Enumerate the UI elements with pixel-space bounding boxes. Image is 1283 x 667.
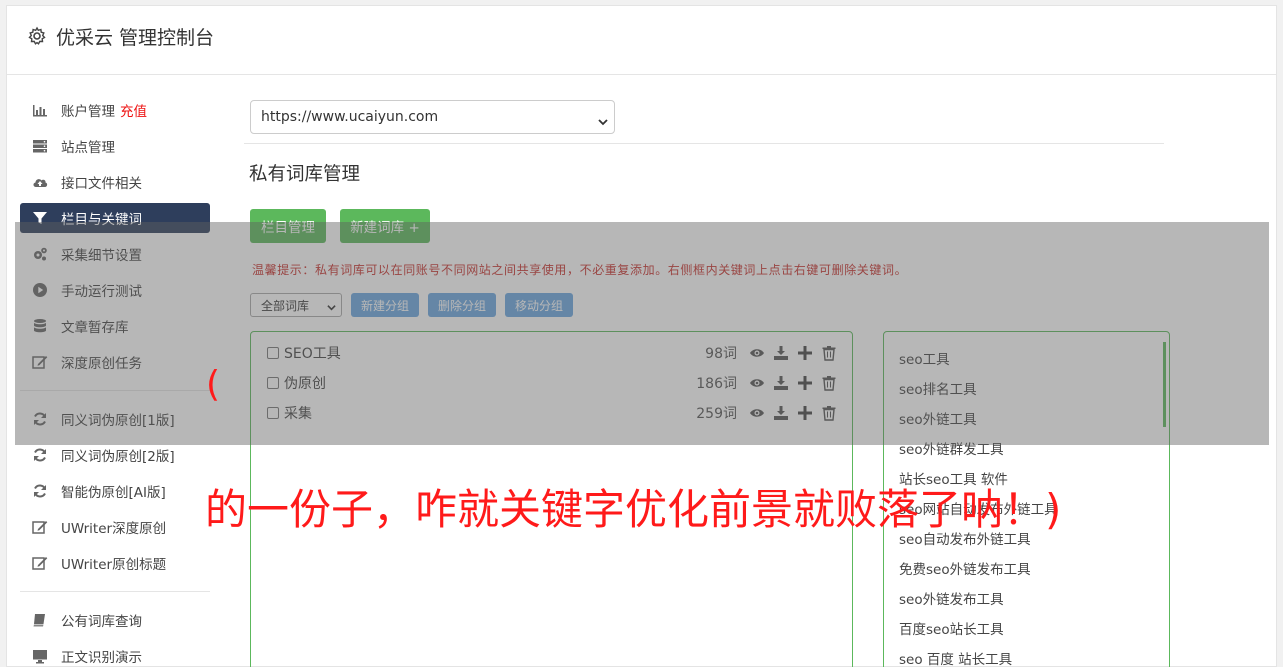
gray-overlay: [15, 222, 1269, 445]
edit-icon: [32, 555, 48, 571]
edit-icon: [32, 519, 48, 535]
sidebar-item-label: 公有词库查询: [61, 614, 142, 630]
sidebar-item-label: UWriter原创标题: [61, 557, 167, 573]
monitor-icon: [32, 648, 48, 664]
header: 优采云 管理控制台: [7, 6, 1276, 75]
bar-chart-icon: [32, 102, 48, 118]
section-divider: [244, 143, 1164, 144]
chevron-down-icon: [598, 112, 608, 126]
sidebar-item-account[interactable]: 账户管理 充值: [20, 92, 210, 128]
sidebar-item-text-recognition[interactable]: 正文识别演示: [20, 638, 210, 667]
keyword-item[interactable]: seo 百度 站长工具: [899, 648, 1012, 667]
keyword-item[interactable]: 免费seo外链发布工具: [899, 558, 1031, 578]
keyword-item[interactable]: seo外链发布工具: [899, 588, 1004, 608]
sidebar-divider: [20, 591, 210, 592]
sidebar-item-ai-rewrite[interactable]: 智能伪原创[AI版]: [20, 473, 210, 509]
section-title: 私有词库管理: [249, 164, 361, 185]
page-title: 优采云 管理控制台: [56, 27, 215, 49]
sidebar-item-label: 站点管理: [61, 140, 115, 156]
keyword-item[interactable]: 百度seo站长工具: [899, 618, 1004, 638]
sidebar-item-label: UWriter深度原创: [61, 521, 167, 537]
sidebar-item-label: 账户管理: [61, 104, 115, 120]
refresh-icon: [32, 447, 48, 463]
book-icon: [32, 612, 48, 628]
sidebar-item-label: 接口文件相关: [61, 176, 142, 192]
recharge-link[interactable]: 充值: [120, 100, 147, 120]
sidebar-item-public-library[interactable]: 公有词库查询: [20, 602, 210, 638]
site-select-value: https://www.ucaiyun.com: [261, 109, 439, 125]
sidebar-item-uwriter-title[interactable]: UWriter原创标题: [20, 545, 210, 581]
gear-icon: [27, 26, 47, 46]
overlay-caption: 的一份子，咋就关键字优化前景就败落了呐！): [205, 485, 1062, 534]
sidebar-item-sites[interactable]: 站点管理: [20, 128, 210, 164]
sidebar-item-label: 同义词伪原创[2版]: [61, 449, 175, 465]
sidebar-item-label: 正文识别演示: [61, 650, 142, 666]
refresh-icon: [32, 483, 48, 499]
site-select[interactable]: https://www.ucaiyun.com: [250, 100, 615, 134]
sidebar-item-label: 智能伪原创[AI版]: [61, 485, 166, 501]
cloud-upload-icon: [32, 174, 48, 190]
server-icon: [32, 138, 48, 154]
sidebar-item-uwriter-deep[interactable]: UWriter深度原创: [20, 509, 210, 545]
overlay-paren: (: [206, 364, 221, 405]
sidebar-item-interface[interactable]: 接口文件相关: [20, 164, 210, 200]
